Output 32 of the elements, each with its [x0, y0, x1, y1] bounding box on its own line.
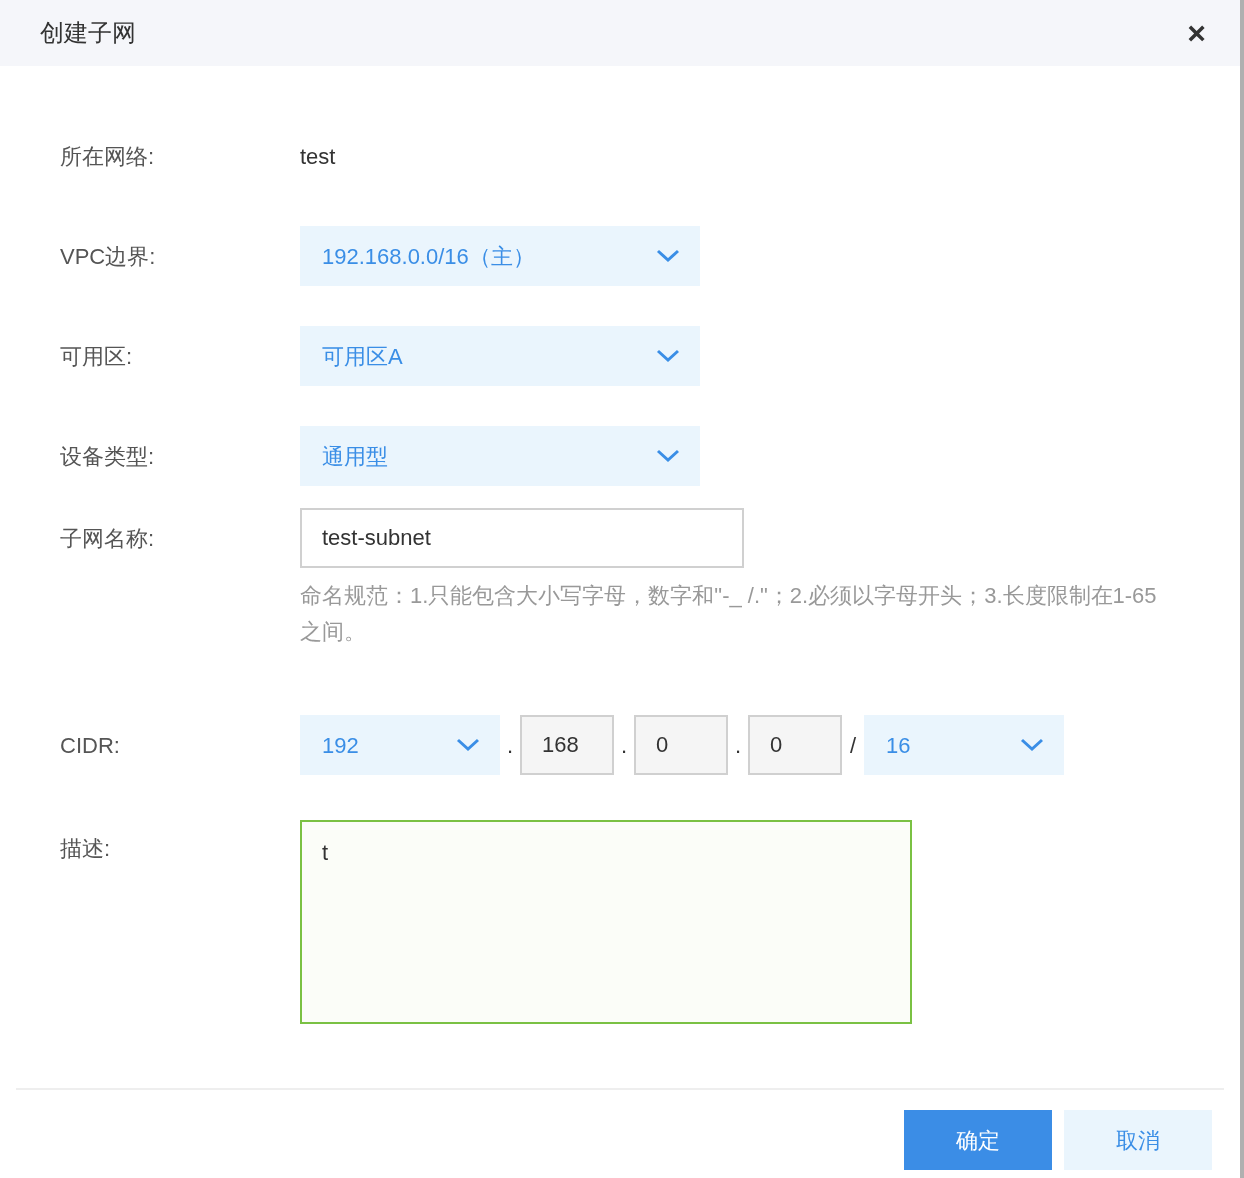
field-label: CIDR:: [60, 731, 121, 760]
ip-octet-field[interactable]: 0: [748, 715, 842, 775]
close-button[interactable]: ×: [1187, 17, 1206, 49]
dropdown-select[interactable]: 192.168.0.0/16（主）: [300, 226, 700, 286]
chevron-down-icon: [656, 249, 680, 263]
dot-separator: .: [505, 731, 515, 760]
field-label: 所在网络:: [60, 142, 156, 171]
ip-octet-field[interactable]: 168: [520, 715, 614, 775]
dropdown-select[interactable]: 通用型: [300, 426, 700, 486]
field-label: VPC边界:: [60, 242, 157, 271]
dropdown-select[interactable]: 16: [864, 715, 1064, 775]
chevron-down-icon: [656, 349, 680, 363]
dropdown-select[interactable]: 192: [300, 715, 500, 775]
field-label: 可用区:: [60, 342, 134, 371]
naming-hint: 命名规范：1.只能包含大小写字母，数字和"-_ /."；2.必须以字母开头；3.长度限制在1-65之间。: [300, 582, 1158, 646]
chevron-down-icon: [1020, 738, 1044, 752]
field-label: 子网名称:: [60, 525, 156, 553]
confirm-button[interactable]: 确定: [904, 1110, 1052, 1170]
chevron-down-icon: [656, 449, 680, 463]
dot-separator: .: [733, 731, 743, 760]
chevron-down-icon: [456, 738, 480, 752]
field-label: 描述:: [60, 835, 112, 863]
subnet-name-field[interactable]: test-subnet: [300, 508, 744, 568]
dot-separator: .: [619, 731, 629, 760]
cancel-button[interactable]: 取消: [1064, 1110, 1212, 1170]
dialog-title: 创建子网: [40, 18, 136, 48]
network-name: test: [300, 142, 336, 171]
dropdown-select[interactable]: 可用区A: [300, 326, 700, 386]
slash-separator: /: [848, 731, 858, 760]
field-label: 设备类型:: [60, 442, 156, 471]
description-field[interactable]: t: [300, 820, 912, 1024]
ip-octet-field[interactable]: 0: [634, 715, 728, 775]
